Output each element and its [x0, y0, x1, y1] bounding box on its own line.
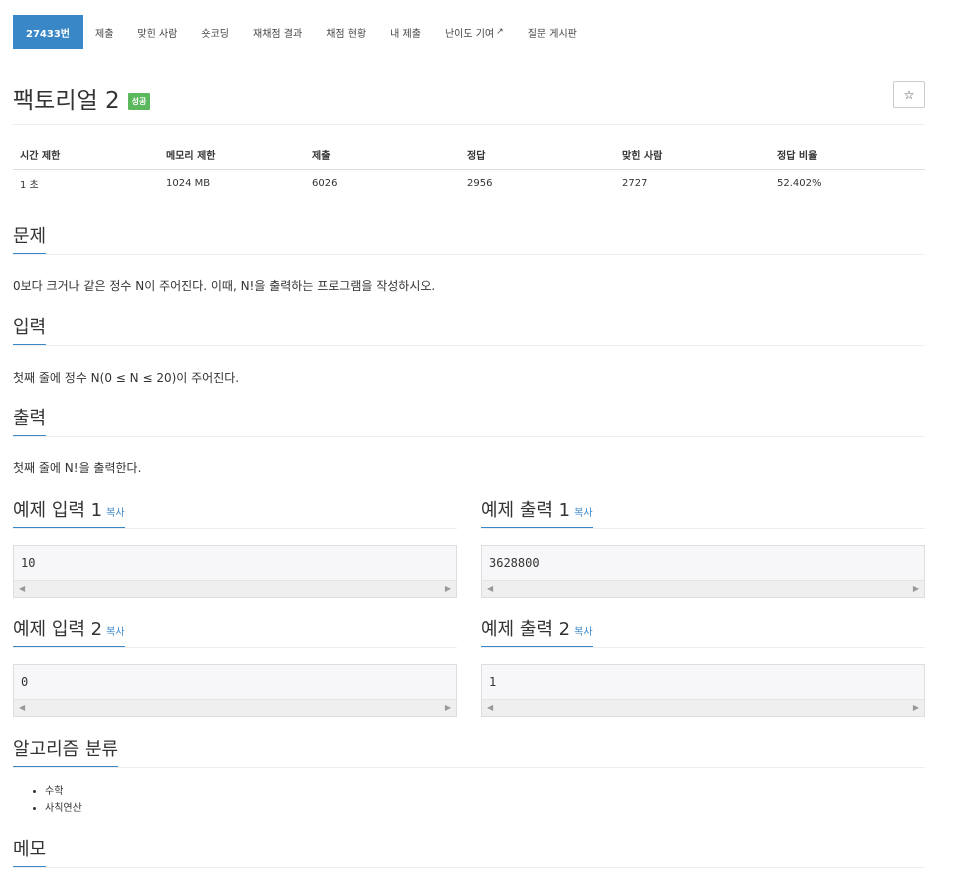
star-icon: ☆	[903, 87, 915, 102]
scroll-right-icon[interactable]: ▶	[445, 703, 451, 712]
input-text: 첫째 줄에 정수 N(0 ≤ N ≤ 20)이 주어진다.	[13, 371, 240, 385]
sample-output-2-box[interactable]: 1 ◀ ▶	[481, 664, 925, 717]
sample-input-2-value: 0	[21, 675, 29, 689]
section-title: 메모	[13, 835, 47, 868]
status-badge: 성공	[127, 92, 151, 110]
divider	[481, 528, 925, 529]
tab-label: 난이도 기여	[444, 28, 495, 40]
tab-label: 제출	[95, 28, 114, 40]
sample-input-1-headline: 예제 입력 1 복사	[13, 496, 457, 529]
sample-output-1-headline: 예제 출력 1 복사	[481, 496, 925, 529]
list-item[interactable]: 사칙연산	[45, 802, 82, 819]
description-text: 0보다 크거나 같은 정수 N이 주어진다. 이때, N!을 출력하는 프로그램…	[13, 279, 436, 293]
algorithm-headline: 알고리즘 분류	[13, 735, 925, 768]
output-headline: 출력	[13, 404, 925, 437]
header-accept-ratio: 정답 비율	[770, 140, 925, 170]
section-title: 예제 입력 1 복사	[13, 496, 125, 529]
list-item[interactable]: 수학	[45, 785, 82, 802]
accepted-value: 2956	[467, 178, 493, 190]
section-title: 예제 출력 1 복사	[481, 496, 593, 529]
algorithm-list: 수학 사칙연산	[45, 785, 82, 819]
sample-output-2-value: 1	[489, 675, 497, 689]
divider	[13, 767, 925, 768]
sample-input-1-box[interactable]: 10 ◀ ▶	[13, 545, 457, 598]
output-text: 첫째 줄에 N!을 출력한다.	[13, 461, 142, 475]
scroll-left-icon[interactable]: ◀	[19, 584, 25, 593]
divider	[13, 528, 457, 529]
tab-question-board[interactable]: 질문 게시판	[516, 15, 589, 49]
problem-title-row: 팩토리얼 2 성공	[13, 81, 151, 115]
scroll-right-icon[interactable]: ▶	[913, 703, 919, 712]
scroll-left-icon[interactable]: ◀	[487, 584, 493, 593]
sample-output-1-value: 3628800	[489, 556, 540, 570]
tab-rejudge-results[interactable]: 재채점 결과	[241, 15, 314, 49]
tab-label: 질문 게시판	[527, 28, 577, 40]
tab-difficulty-contribution[interactable]: 난이도 기여 ↗	[433, 15, 516, 49]
header-submissions: 제출	[305, 140, 460, 170]
scroll-left-icon[interactable]: ◀	[487, 703, 493, 712]
problem-title: 팩토리얼 2	[13, 88, 120, 114]
description-headline: 문제	[13, 222, 925, 255]
section-title: 알고리즘 분류	[13, 735, 119, 768]
tab-short-coding[interactable]: 숏코딩	[189, 15, 241, 49]
scroll-right-icon[interactable]: ▶	[913, 584, 919, 593]
divider	[13, 254, 925, 255]
scroll-left-icon[interactable]: ◀	[19, 703, 25, 712]
tab-my-submissions[interactable]: 내 제출	[378, 15, 433, 49]
copy-button[interactable]: 복사	[574, 627, 592, 638]
tab-label: 숏코딩	[201, 28, 229, 40]
tab-problem-number[interactable]: 27433번	[13, 15, 83, 49]
tab-submit[interactable]: 제출	[83, 15, 125, 49]
solved-users-value: 2727	[622, 178, 648, 190]
tab-label: 27433번	[26, 28, 70, 40]
tab-label: 내 제출	[390, 28, 421, 40]
scroll-right-icon[interactable]: ▶	[445, 584, 451, 593]
section-title: 예제 출력 2 복사	[481, 615, 593, 648]
tab-label: 맞힌 사람	[137, 28, 178, 40]
header-accepted: 정답	[460, 140, 615, 170]
external-link-icon: ↗	[496, 27, 504, 37]
input-headline: 입력	[13, 313, 925, 346]
divider	[13, 124, 925, 125]
tab-label: 채점 현황	[326, 28, 367, 40]
sample-input-2-box[interactable]: 0 ◀ ▶	[13, 664, 457, 717]
horizontal-scrollbar[interactable]: ◀ ▶	[14, 699, 456, 716]
star-button[interactable]: ☆	[893, 81, 925, 108]
horizontal-scrollbar[interactable]: ◀ ▶	[14, 580, 456, 597]
header-time-limit: 시간 제한	[13, 140, 159, 170]
accept-ratio-value: 52.402%	[777, 178, 822, 190]
table-header-row: 시간 제한 메모리 제한 제출 정답 맞힌 사람 정답 비율	[13, 140, 925, 170]
horizontal-scrollbar[interactable]: ◀ ▶	[482, 580, 924, 597]
section-title: 문제	[13, 222, 47, 255]
divider	[13, 647, 457, 648]
submissions-value: 6026	[312, 178, 338, 190]
sample-input-2-headline: 예제 입력 2 복사	[13, 615, 457, 648]
horizontal-scrollbar[interactable]: ◀ ▶	[482, 699, 924, 716]
divider	[13, 867, 925, 868]
copy-button[interactable]: 복사	[106, 508, 124, 519]
header-solved-users: 맞힌 사람	[615, 140, 770, 170]
tab-solved-users[interactable]: 맞힌 사람	[125, 15, 189, 49]
section-title: 예제 입력 2 복사	[13, 615, 125, 648]
time-limit-value: 1 초	[20, 180, 39, 192]
copy-button[interactable]: 복사	[106, 627, 124, 638]
problem-nav-tabs: 27433번 제출 맞힌 사람 숏코딩 재채점 결과 채점 현황 내 제출 난이…	[13, 15, 589, 49]
section-title: 입력	[13, 313, 47, 346]
table-row: 1 초 1024 MB 6026 2956 2727 52.402%	[13, 169, 925, 198]
divider	[13, 345, 925, 346]
tab-judge-status[interactable]: 채점 현황	[314, 15, 378, 49]
divider	[481, 647, 925, 648]
section-title: 출력	[13, 404, 47, 437]
sample-input-1-value: 10	[21, 556, 36, 570]
tab-label: 재채점 결과	[253, 28, 303, 40]
memo-headline: 메모	[13, 835, 925, 868]
copy-button[interactable]: 복사	[574, 508, 592, 519]
header-memory-limit: 메모리 제한	[159, 140, 305, 170]
sample-output-1-box[interactable]: 3628800 ◀ ▶	[481, 545, 925, 598]
memory-limit-value: 1024 MB	[166, 178, 211, 190]
problem-info-table: 시간 제한 메모리 제한 제출 정답 맞힌 사람 정답 비율 1 초 1024 …	[13, 140, 925, 198]
divider	[13, 436, 925, 437]
sample-output-2-headline: 예제 출력 2 복사	[481, 615, 925, 648]
